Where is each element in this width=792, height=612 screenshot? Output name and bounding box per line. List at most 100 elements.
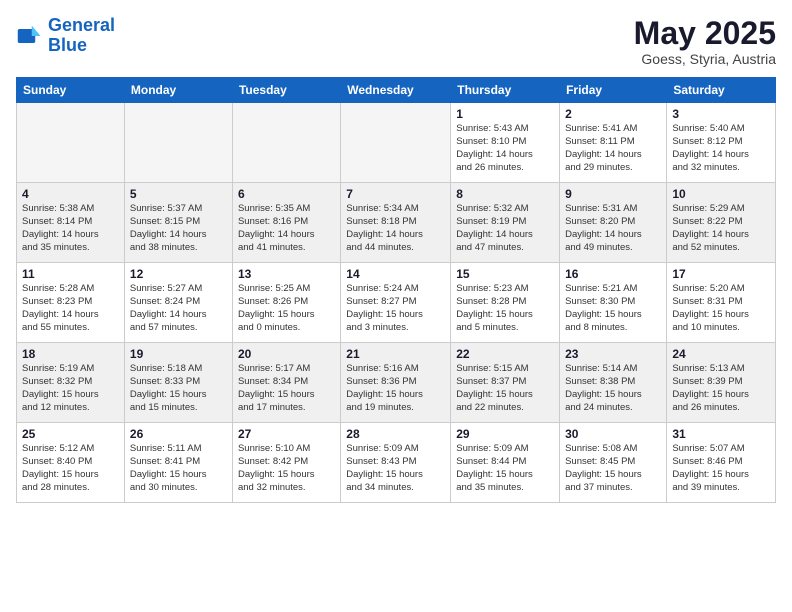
day-number: 5	[130, 187, 227, 201]
day-info: Sunrise: 5:20 AM Sunset: 8:31 PM Dayligh…	[672, 283, 770, 334]
day-number: 10	[672, 187, 770, 201]
title-block: May 2025 Goess, Styria, Austria	[634, 16, 776, 67]
calendar-cell: 17Sunrise: 5:20 AM Sunset: 8:31 PM Dayli…	[667, 263, 776, 343]
calendar-cell: 6 Sunrise: 5:35 AM Sunset: 8:16 PM Daylig…	[232, 183, 340, 263]
week-row-5: 25Sunrise: 5:12 AM Sunset: 8:40 PM Dayli…	[17, 423, 776, 503]
day-number: 18	[22, 347, 119, 361]
day-number: 13	[238, 267, 335, 281]
day-info: Sunrise: 5:38 AM Sunset: 8:14 PM Dayligh…	[22, 203, 119, 254]
day-number: 8	[456, 187, 554, 201]
calendar-cell: 24 Sunrise: 5:13 AM Sunset: 8:39 PM Dayli…	[667, 343, 776, 423]
day-number: 26	[130, 427, 227, 441]
col-header-friday: Friday	[560, 78, 667, 103]
day-number: 7	[346, 187, 445, 201]
calendar-cell: 28 Sunrise: 5:09 AM Sunset: 8:43 PM Dayli…	[341, 423, 451, 503]
logo-text: General Blue	[48, 16, 115, 56]
day-number: 14	[346, 267, 445, 281]
week-row-4: 18 Sunrise: 5:19 AM Sunset: 8:32 PM Dayli…	[17, 343, 776, 423]
day-info: Sunrise: 5:14 AM Sunset: 8:38 PM Dayligh…	[565, 363, 661, 414]
calendar-cell: 5 Sunrise: 5:37 AM Sunset: 8:15 PM Daylig…	[124, 183, 232, 263]
day-info: Sunrise: 5:15 AM Sunset: 8:37 PM Dayligh…	[456, 363, 554, 414]
calendar-cell: 18 Sunrise: 5:19 AM Sunset: 8:32 PM Dayli…	[17, 343, 125, 423]
calendar-cell: 31Sunrise: 5:07 AM Sunset: 8:46 PM Dayli…	[667, 423, 776, 503]
day-info: Sunrise: 5:29 AM Sunset: 8:22 PM Dayligh…	[672, 203, 770, 254]
main-title: May 2025	[634, 16, 776, 51]
col-header-saturday: Saturday	[667, 78, 776, 103]
calendar-cell: 26 Sunrise: 5:11 AM Sunset: 8:41 PM Dayli…	[124, 423, 232, 503]
calendar-cell: 22 Sunrise: 5:15 AM Sunset: 8:37 PM Dayli…	[451, 343, 560, 423]
calendar-cell: 20 Sunrise: 5:17 AM Sunset: 8:34 PM Dayli…	[232, 343, 340, 423]
calendar-cell: 10 Sunrise: 5:29 AM Sunset: 8:22 PM Dayli…	[667, 183, 776, 263]
calendar-cell: 30 Sunrise: 5:08 AM Sunset: 8:45 PM Dayli…	[560, 423, 667, 503]
day-number: 23	[565, 347, 661, 361]
day-info: Sunrise: 5:09 AM Sunset: 8:43 PM Dayligh…	[346, 443, 445, 494]
day-info: Sunrise: 5:13 AM Sunset: 8:39 PM Dayligh…	[672, 363, 770, 414]
day-info: Sunrise: 5:17 AM Sunset: 8:34 PM Dayligh…	[238, 363, 335, 414]
calendar-header-row: SundayMondayTuesdayWednesdayThursdayFrid…	[17, 78, 776, 103]
day-number: 1	[456, 107, 554, 121]
day-info: Sunrise: 5:27 AM Sunset: 8:24 PM Dayligh…	[130, 283, 227, 334]
day-info: Sunrise: 5:34 AM Sunset: 8:18 PM Dayligh…	[346, 203, 445, 254]
day-info: Sunrise: 5:28 AM Sunset: 8:23 PM Dayligh…	[22, 283, 119, 334]
calendar-cell: 25Sunrise: 5:12 AM Sunset: 8:40 PM Dayli…	[17, 423, 125, 503]
calendar-cell: 15Sunrise: 5:23 AM Sunset: 8:28 PM Dayli…	[451, 263, 560, 343]
calendar-cell: 7 Sunrise: 5:34 AM Sunset: 8:18 PM Daylig…	[341, 183, 451, 263]
header: General Blue May 2025 Goess, Styria, Aus…	[16, 16, 776, 67]
day-info: Sunrise: 5:11 AM Sunset: 8:41 PM Dayligh…	[130, 443, 227, 494]
col-header-thursday: Thursday	[451, 78, 560, 103]
calendar-table: SundayMondayTuesdayWednesdayThursdayFrid…	[16, 77, 776, 503]
day-number: 20	[238, 347, 335, 361]
day-info: Sunrise: 5:31 AM Sunset: 8:20 PM Dayligh…	[565, 203, 661, 254]
day-info: Sunrise: 5:23 AM Sunset: 8:28 PM Dayligh…	[456, 283, 554, 334]
day-number: 24	[672, 347, 770, 361]
calendar-cell: 3Sunrise: 5:40 AM Sunset: 8:12 PM Daylig…	[667, 103, 776, 183]
week-row-1: 1 Sunrise: 5:43 AM Sunset: 8:10 PM Daylig…	[17, 103, 776, 183]
day-number: 22	[456, 347, 554, 361]
page: General Blue May 2025 Goess, Styria, Aus…	[0, 0, 792, 612]
calendar-cell: 1 Sunrise: 5:43 AM Sunset: 8:10 PM Daylig…	[451, 103, 560, 183]
calendar-cell: 27 Sunrise: 5:10 AM Sunset: 8:42 PM Dayli…	[232, 423, 340, 503]
calendar-cell: 12Sunrise: 5:27 AM Sunset: 8:24 PM Dayli…	[124, 263, 232, 343]
day-info: Sunrise: 5:07 AM Sunset: 8:46 PM Dayligh…	[672, 443, 770, 494]
day-info: Sunrise: 5:43 AM Sunset: 8:10 PM Dayligh…	[456, 123, 554, 174]
calendar-cell	[124, 103, 232, 183]
day-info: Sunrise: 5:41 AM Sunset: 8:11 PM Dayligh…	[565, 123, 661, 174]
logo: General Blue	[16, 16, 115, 56]
day-info: Sunrise: 5:21 AM Sunset: 8:30 PM Dayligh…	[565, 283, 661, 334]
calendar-cell: 2 Sunrise: 5:41 AM Sunset: 8:11 PM Daylig…	[560, 103, 667, 183]
day-number: 21	[346, 347, 445, 361]
calendar-cell: 14Sunrise: 5:24 AM Sunset: 8:27 PM Dayli…	[341, 263, 451, 343]
day-info: Sunrise: 5:32 AM Sunset: 8:19 PM Dayligh…	[456, 203, 554, 254]
day-info: Sunrise: 5:35 AM Sunset: 8:16 PM Dayligh…	[238, 203, 335, 254]
calendar-cell: 16 Sunrise: 5:21 AM Sunset: 8:30 PM Dayli…	[560, 263, 667, 343]
day-number: 30	[565, 427, 661, 441]
calendar-cell: 11Sunrise: 5:28 AM Sunset: 8:23 PM Dayli…	[17, 263, 125, 343]
day-number: 16	[565, 267, 661, 281]
calendar-cell	[17, 103, 125, 183]
day-info: Sunrise: 5:08 AM Sunset: 8:45 PM Dayligh…	[565, 443, 661, 494]
week-row-2: 4 Sunrise: 5:38 AM Sunset: 8:14 PM Daylig…	[17, 183, 776, 263]
day-info: Sunrise: 5:40 AM Sunset: 8:12 PM Dayligh…	[672, 123, 770, 174]
day-info: Sunrise: 5:18 AM Sunset: 8:33 PM Dayligh…	[130, 363, 227, 414]
calendar-cell: 29Sunrise: 5:09 AM Sunset: 8:44 PM Dayli…	[451, 423, 560, 503]
logo-icon	[16, 22, 44, 50]
day-info: Sunrise: 5:12 AM Sunset: 8:40 PM Dayligh…	[22, 443, 119, 494]
calendar-cell: 8 Sunrise: 5:32 AM Sunset: 8:19 PM Daylig…	[451, 183, 560, 263]
day-number: 29	[456, 427, 554, 441]
subtitle: Goess, Styria, Austria	[634, 51, 776, 67]
calendar-cell: 9Sunrise: 5:31 AM Sunset: 8:20 PM Daylig…	[560, 183, 667, 263]
col-header-monday: Monday	[124, 78, 232, 103]
day-info: Sunrise: 5:37 AM Sunset: 8:15 PM Dayligh…	[130, 203, 227, 254]
day-info: Sunrise: 5:19 AM Sunset: 8:32 PM Dayligh…	[22, 363, 119, 414]
day-number: 4	[22, 187, 119, 201]
calendar-cell: 23 Sunrise: 5:14 AM Sunset: 8:38 PM Dayli…	[560, 343, 667, 423]
day-number: 28	[346, 427, 445, 441]
col-header-sunday: Sunday	[17, 78, 125, 103]
day-number: 27	[238, 427, 335, 441]
day-info: Sunrise: 5:10 AM Sunset: 8:42 PM Dayligh…	[238, 443, 335, 494]
calendar-cell: 21 Sunrise: 5:16 AM Sunset: 8:36 PM Dayli…	[341, 343, 451, 423]
day-number: 2	[565, 107, 661, 121]
calendar-cell	[341, 103, 451, 183]
day-number: 6	[238, 187, 335, 201]
day-info: Sunrise: 5:16 AM Sunset: 8:36 PM Dayligh…	[346, 363, 445, 414]
